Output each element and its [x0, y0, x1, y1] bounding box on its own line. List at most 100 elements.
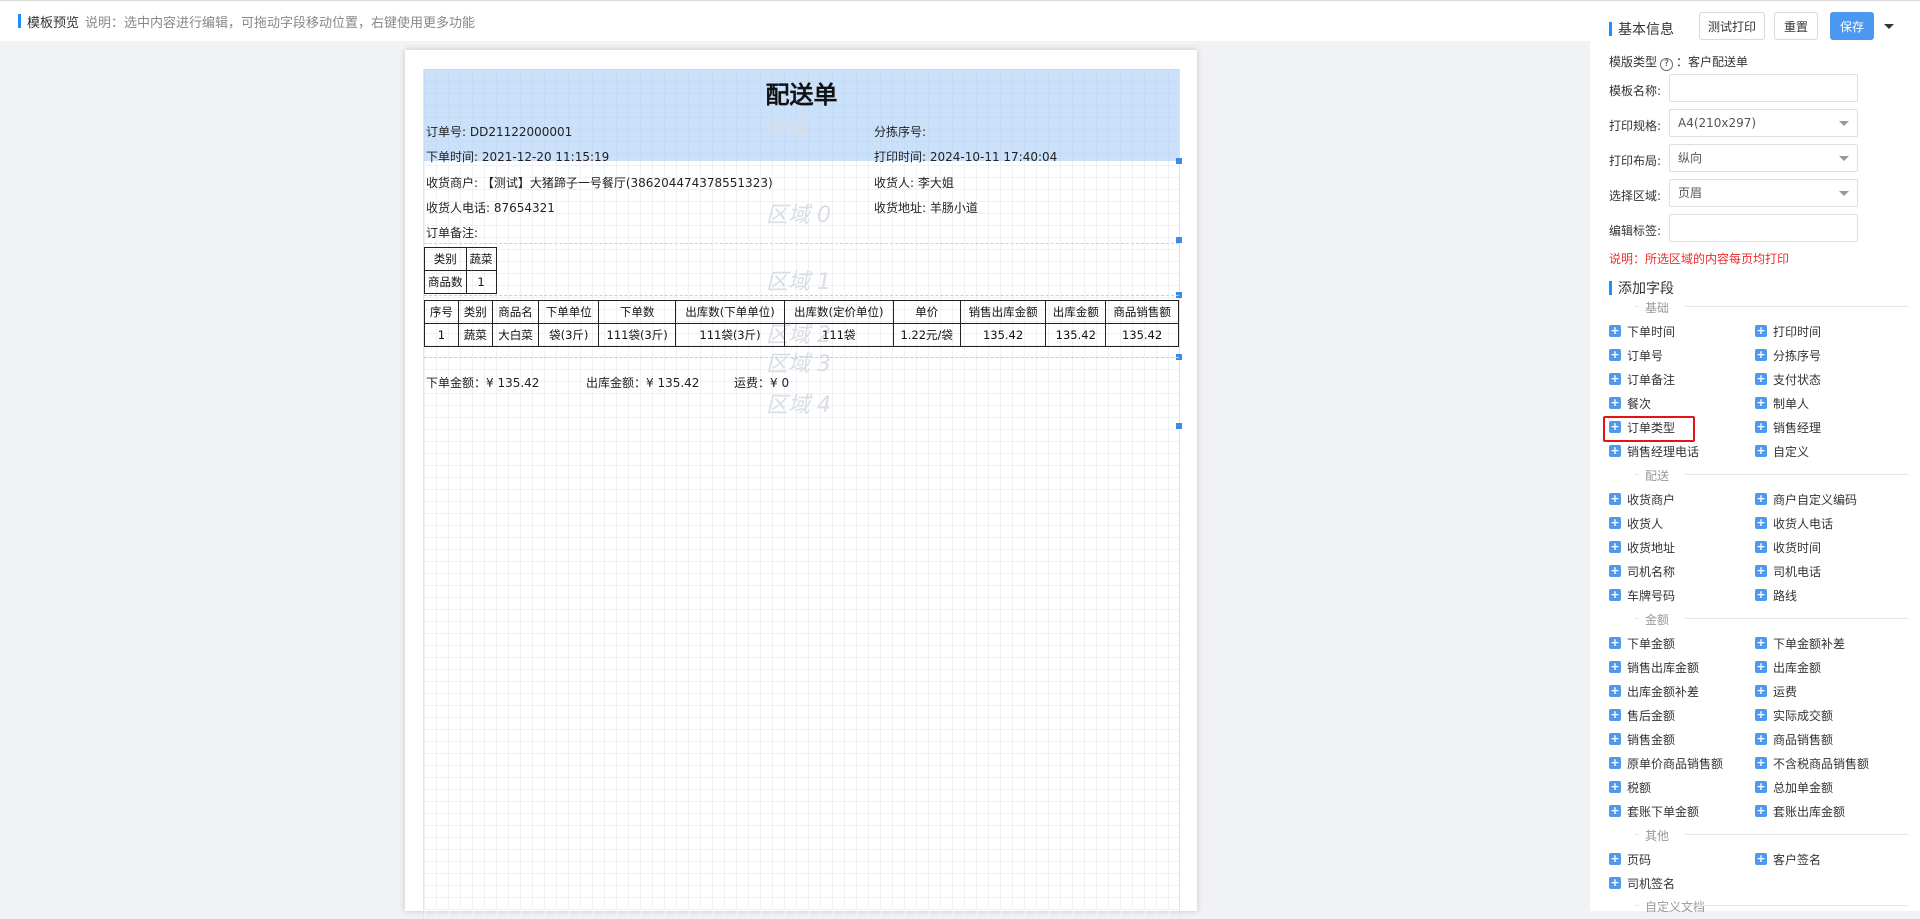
field-sort-no[interactable]: 分拣序号:	[874, 123, 926, 140]
add-field-item[interactable]: + 车牌号码	[1609, 587, 1675, 603]
region-watermark: 页眉	[764, 115, 809, 140]
add-field-item[interactable]: + 下单时间	[1609, 323, 1675, 339]
field-freight[interactable]: 运费：¥ 0	[734, 374, 789, 391]
table-cell: 蔬菜	[465, 247, 497, 271]
heading-accent-bar	[1609, 281, 1612, 295]
select-region-select[interactable]: 页眉	[1669, 179, 1858, 207]
items-cell: 111袋	[783, 323, 894, 347]
table-cell: 类别	[424, 247, 467, 271]
add-field-item[interactable]: + 下单金额	[1609, 635, 1675, 651]
field-group-label: 其他	[1645, 829, 1670, 843]
document-title[interactable]: 配送单	[424, 75, 1179, 110]
template-type-label: 模版类型	[1609, 55, 1658, 69]
items-header-cell: 出库金额	[1045, 300, 1107, 324]
add-field-item[interactable]: + 客户签名	[1755, 851, 1821, 867]
add-field-label: 收货商户	[1627, 492, 1676, 507]
field-group-label: 配送	[1645, 469, 1670, 483]
plus-icon: +	[1755, 348, 1767, 361]
print-layout-select[interactable]: 纵向	[1669, 144, 1858, 172]
add-field-label: 原单价商品销售额	[1627, 756, 1724, 771]
add-field-item[interactable]: + 收货商户	[1609, 491, 1675, 507]
add-field-label: 司机电话	[1773, 564, 1822, 579]
help-icon[interactable]: ?	[1660, 58, 1674, 71]
add-field-item[interactable]: + 支付状态	[1755, 371, 1821, 387]
add-field-item[interactable]: + 订单号	[1609, 347, 1663, 363]
template-canvas[interactable]: 页眉 区域 0 区域 1 区域 2 区域 3 区域 4 配送单 订单号: DD2…	[423, 69, 1182, 919]
add-field-item[interactable]: + 套账下单金额	[1609, 803, 1699, 819]
plus-icon: +	[1609, 444, 1621, 457]
add-field-item[interactable]: + 收货人电话	[1755, 515, 1833, 531]
add-field-label: 出库金额补差	[1627, 684, 1700, 699]
region-resize-handle[interactable]	[1176, 158, 1182, 164]
items-header-cell: 序号	[424, 300, 459, 324]
add-field-item[interactable]: + 收货时间	[1755, 539, 1821, 555]
field-merchant[interactable]: 收货商户: 【测试】大猪蹄子一号餐厅(386204474378551323)	[426, 174, 773, 191]
save-button[interactable]: 保存	[1830, 12, 1874, 40]
add-field-item[interactable]: + 司机签名	[1609, 875, 1675, 891]
field-receiver-phone[interactable]: 收货人电话: 87654321	[426, 199, 555, 216]
add-field-item[interactable]: + 销售出库金额	[1609, 659, 1699, 675]
field-order-remark[interactable]: 订单备注:	[426, 224, 478, 241]
items-cell: 袋(3斤)	[538, 323, 600, 347]
category-table[interactable]: 类别 蔬菜 商品数 1	[424, 247, 497, 294]
add-field-item[interactable]: + 销售经理电话	[1609, 443, 1699, 459]
field-receiver-address[interactable]: 收货地址: 羊肠小道	[874, 199, 978, 216]
edit-tag-input[interactable]	[1669, 214, 1858, 242]
add-field-item[interactable]: + 销售金额	[1609, 731, 1675, 747]
plus-icon: +	[1609, 636, 1621, 649]
add-field-item[interactable]: + 税额	[1609, 779, 1651, 795]
preview-header: 模板预览 说明：选中内容进行编辑，可拖动字段移动位置，右键使用更多功能	[0, 1, 1590, 41]
items-cell: 1	[424, 323, 459, 347]
add-field-item[interactable]: + 制单人	[1755, 395, 1809, 411]
add-field-item[interactable]: + 原单价商品销售额	[1609, 755, 1723, 771]
add-field-item[interactable]: + 自定义	[1755, 443, 1809, 459]
region-resize-handle[interactable]	[1176, 423, 1182, 429]
plus-icon: +	[1609, 684, 1621, 697]
add-field-item[interactable]: + 页码	[1609, 851, 1651, 867]
add-field-item[interactable]: + 套账出库金额	[1755, 803, 1845, 819]
add-field-item[interactable]: + 售后金额	[1609, 707, 1675, 723]
add-field-item[interactable]: + 司机电话	[1755, 563, 1821, 579]
add-field-item[interactable]: + 商户自定义编码	[1755, 491, 1857, 507]
add-field-label: 收货地址	[1627, 540, 1676, 555]
print-spec-select[interactable]: A4(210x297)	[1669, 109, 1858, 137]
field-print-time[interactable]: 打印时间: 2024-10-11 17:40:04	[874, 148, 1057, 165]
add-field-item[interactable]: + 不含税商品销售额	[1755, 755, 1869, 771]
reset-button[interactable]: 重置	[1774, 12, 1818, 40]
save-dropdown-button[interactable]	[1876, 12, 1902, 40]
add-field-item[interactable]: + 分拣序号	[1755, 347, 1821, 363]
field-out-amount[interactable]: 出库金额：¥ 135.42	[586, 374, 699, 391]
test-print-button[interactable]: 测试打印	[1699, 12, 1765, 40]
edit-tag-label: 编辑标签:	[1609, 224, 1662, 238]
plus-icon: +	[1609, 804, 1621, 817]
add-field-item[interactable]: + 餐次	[1609, 395, 1651, 411]
add-field-item[interactable]: + 运费	[1755, 683, 1797, 699]
add-field-item[interactable]: + 销售经理	[1755, 419, 1821, 435]
add-field-item[interactable]: + 路线	[1755, 587, 1797, 603]
add-field-item[interactable]: + 下单金额补差	[1755, 635, 1845, 651]
heading-accent-bar	[1609, 22, 1612, 36]
add-field-label: 订单备注	[1627, 372, 1676, 387]
add-field-label: 不含税商品销售额	[1773, 756, 1870, 771]
field-order-no[interactable]: 订单号: DD21122000001	[426, 123, 572, 140]
add-field-item[interactable]: + 出库金额补差	[1609, 683, 1699, 699]
add-field-label: 打印时间	[1773, 324, 1822, 339]
add-field-item[interactable]: + 订单备注	[1609, 371, 1675, 387]
add-field-item[interactable]: + 总加单金额	[1755, 779, 1833, 795]
add-field-item[interactable]: + 实际成交额	[1755, 707, 1833, 723]
add-field-item[interactable]: + 收货地址	[1609, 539, 1675, 555]
add-field-label: 销售经理电话	[1627, 444, 1700, 459]
items-table[interactable]: 序号 类别 商品名 下单单位 下单数 出库数(下单单位) 出库数(定价单位) 单…	[424, 300, 1179, 347]
add-field-item[interactable]: + 打印时间	[1755, 323, 1821, 339]
field-order-time[interactable]: 下单时间: 2021-12-20 11:15:19	[426, 148, 609, 165]
add-field-item[interactable]: + 收货人	[1609, 515, 1663, 531]
plus-icon: +	[1609, 372, 1621, 385]
plus-icon: +	[1755, 420, 1767, 433]
items-cell: 135.42	[959, 323, 1047, 347]
add-field-item[interactable]: + 出库金额	[1755, 659, 1821, 675]
field-order-amount[interactable]: 下单金额：¥ 135.42	[426, 374, 539, 391]
add-field-item[interactable]: + 司机名称	[1609, 563, 1675, 579]
add-field-item[interactable]: + 商品销售额	[1755, 731, 1833, 747]
template-name-input[interactable]	[1669, 74, 1858, 102]
field-receiver[interactable]: 收货人: 李大姐	[874, 174, 954, 191]
